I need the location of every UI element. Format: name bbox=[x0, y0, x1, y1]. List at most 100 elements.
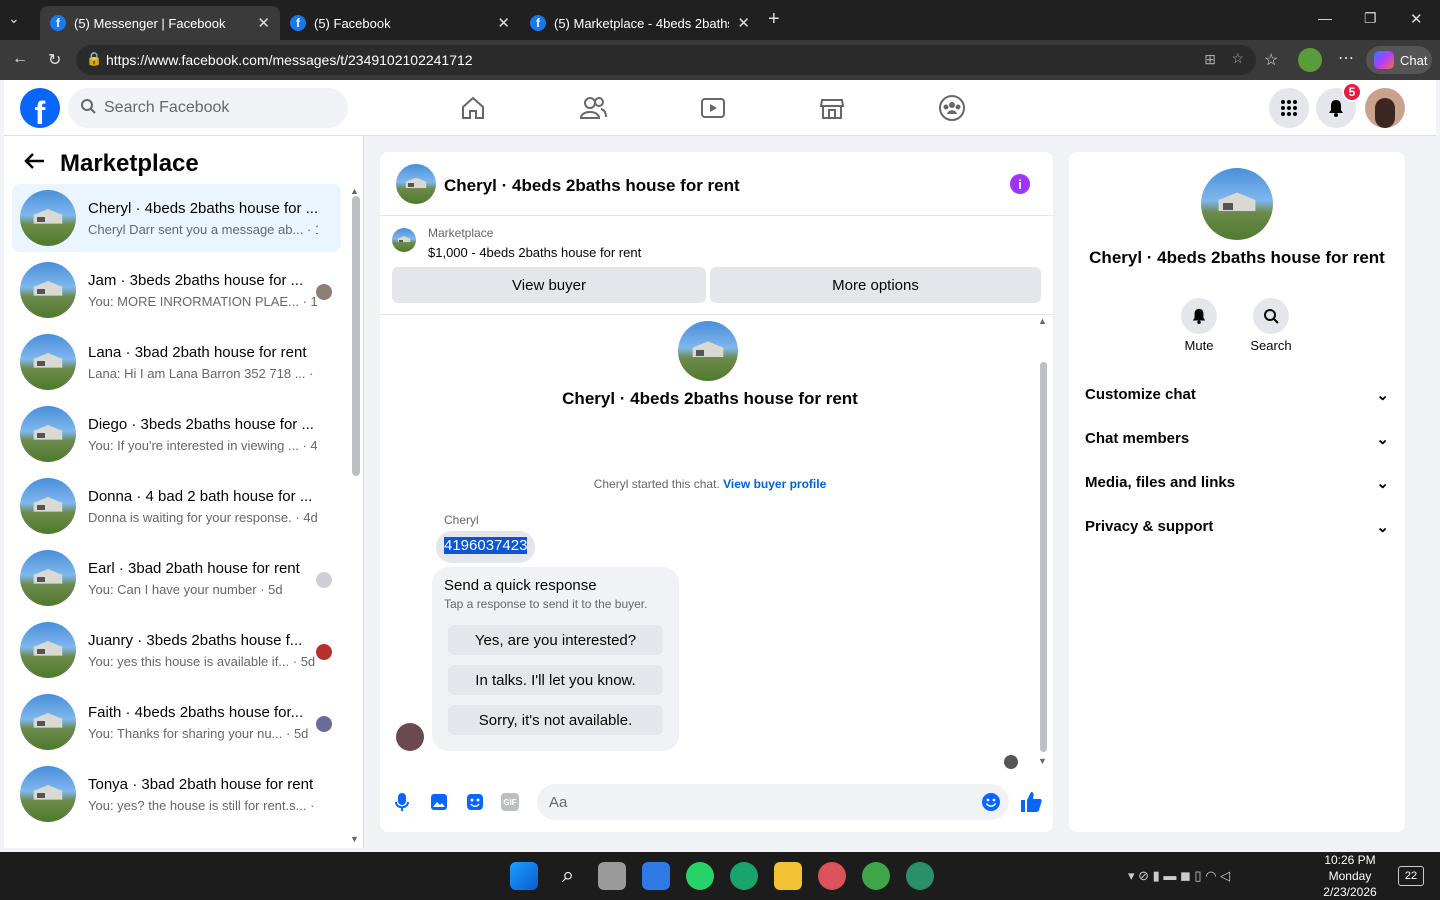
listing-avatar bbox=[20, 190, 76, 246]
app-icon[interactable] bbox=[818, 862, 846, 890]
video-icon bbox=[701, 98, 725, 118]
favorites-icon[interactable]: ☆ bbox=[1264, 50, 1278, 70]
listing-avatar bbox=[20, 622, 76, 678]
close-icon[interactable]: ✕ bbox=[497, 14, 510, 32]
microphone-icon[interactable] bbox=[394, 792, 410, 817]
home-nav[interactable] bbox=[449, 88, 497, 128]
listing-avatar bbox=[20, 694, 76, 750]
tab-facebook[interactable]: f (5) Facebook ✕ bbox=[280, 6, 520, 40]
emoji-icon[interactable] bbox=[981, 792, 1001, 816]
scroll-down-icon[interactable]: ▼ bbox=[350, 834, 359, 844]
whatsapp-icon[interactable] bbox=[686, 862, 714, 890]
view-buyer-button[interactable]: View buyer bbox=[392, 267, 706, 303]
groups-nav[interactable] bbox=[928, 88, 976, 128]
notification-center-icon[interactable]: 22 bbox=[1398, 866, 1424, 886]
back-icon[interactable]: ← bbox=[12, 50, 28, 68]
message-input[interactable]: Aa bbox=[537, 784, 1009, 820]
copilot-chat-button[interactable]: Chat bbox=[1366, 46, 1432, 74]
tab-list-icon[interactable]: ⌄ bbox=[8, 10, 20, 27]
seen-avatar bbox=[316, 644, 332, 660]
quick-reply-button[interactable]: Sorry, it's not available. bbox=[448, 705, 663, 735]
quick-reply-button[interactable]: In talks. I'll let you know. bbox=[448, 665, 663, 695]
view-buyer-profile-link[interactable]: View buyer profile bbox=[723, 477, 826, 491]
listing-avatar bbox=[20, 766, 76, 822]
details-avatar[interactable] bbox=[1201, 168, 1273, 240]
listing-source: Marketplace bbox=[428, 226, 494, 240]
more-icon[interactable]: ⋯ bbox=[1338, 48, 1354, 68]
info-icon[interactable]: i bbox=[1010, 174, 1030, 194]
new-tab-icon[interactable]: + bbox=[768, 8, 780, 31]
conversation-item[interactable]: Earl · 3bad 2bath house for rent You: Ca… bbox=[12, 544, 341, 612]
url-field[interactable]: 🔒 https://www.facebook.com/messages/t/23… bbox=[76, 45, 1256, 75]
quick-reply-button[interactable]: Yes, are you interested? bbox=[448, 625, 663, 655]
listing-line[interactable]: $1,000 - 4beds 2baths house for rent bbox=[428, 245, 641, 260]
conversation-name: Earl · 3bad 2bath house for rent bbox=[88, 560, 300, 577]
mute-button[interactable] bbox=[1181, 298, 1217, 334]
customize-chat-row[interactable]: Customize chat ⌄ bbox=[1085, 386, 1389, 404]
conversation-item[interactable]: Juanry · 3beds 2baths house f... You: ye… bbox=[12, 616, 341, 684]
media-files-row[interactable]: Media, files and links ⌄ bbox=[1085, 474, 1389, 492]
minimize-icon[interactable]: — bbox=[1318, 10, 1332, 26]
profile-avatar[interactable] bbox=[1298, 48, 1322, 72]
site-info-icon[interactable]: 🔒 bbox=[86, 51, 102, 67]
listing-thumbnail[interactable] bbox=[392, 228, 416, 252]
chat-title[interactable]: Cheryl · 4beds 2baths house for rent bbox=[444, 176, 740, 196]
video-nav[interactable] bbox=[689, 88, 737, 128]
tab-messenger[interactable]: f (5) Messenger | Facebook ✕ bbox=[40, 6, 280, 40]
chat-members-row[interactable]: Chat members ⌄ bbox=[1085, 430, 1389, 448]
scroll-up-icon[interactable]: ▲ bbox=[350, 186, 359, 196]
gif-icon[interactable]: GIF bbox=[501, 793, 519, 811]
friends-nav[interactable] bbox=[569, 88, 617, 128]
back-arrow-icon[interactable] bbox=[24, 152, 46, 175]
task-view-icon[interactable] bbox=[598, 862, 626, 890]
conversation-item[interactable]: Diego · 3beds 2baths house for ... You: … bbox=[12, 400, 341, 468]
sidebar-scrollbar[interactable] bbox=[352, 196, 360, 476]
conversation-item[interactable]: Donna · 4 bad 2 bath house for ... Donna… bbox=[12, 472, 341, 540]
message-bubble[interactable]: 4196037423 bbox=[436, 531, 536, 563]
sticker-icon[interactable] bbox=[466, 792, 484, 817]
app-icon[interactable]: ⊞ bbox=[1204, 51, 1216, 68]
tab-title: (5) Messenger | Facebook bbox=[74, 15, 226, 31]
search-button[interactable] bbox=[1253, 298, 1289, 334]
listing-avatar bbox=[20, 262, 76, 318]
privacy-support-row[interactable]: Privacy & support ⌄ bbox=[1085, 518, 1389, 536]
conversation-item[interactable]: Lana · 3bad 2bath house for rent Lana: H… bbox=[12, 328, 341, 396]
restore-icon[interactable]: ❐ bbox=[1364, 10, 1377, 27]
marketplace-nav[interactable] bbox=[808, 88, 856, 128]
search-placeholder: Search Facebook bbox=[104, 99, 230, 116]
image-icon[interactable] bbox=[430, 792, 448, 817]
search-icon[interactable]: ⌕ bbox=[554, 862, 582, 890]
file-explorer-icon[interactable] bbox=[774, 862, 802, 890]
scroll-up-icon[interactable]: ▲ bbox=[1038, 316, 1047, 326]
chat-scrollbar[interactable] bbox=[1040, 362, 1047, 752]
more-options-button[interactable]: More options bbox=[710, 267, 1041, 303]
conversation-item[interactable]: Jam · 3beds 2baths house for ... You: MO… bbox=[12, 256, 341, 324]
tab-marketplace[interactable]: f (5) Marketplace - 4beds 2baths ho ✕ bbox=[520, 6, 760, 40]
conversation-item[interactable]: Tonya · 3bad 2bath house for rent You: y… bbox=[12, 760, 341, 828]
sender-avatar[interactable] bbox=[396, 723, 424, 751]
scroll-down-icon[interactable]: ▼ bbox=[1038, 756, 1047, 766]
chrome-icon[interactable] bbox=[862, 862, 890, 890]
message-text: 4196037423 bbox=[444, 537, 528, 554]
conversation-item[interactable]: Faith · 4beds 2baths house for... You: T… bbox=[12, 688, 341, 756]
menu-button[interactable] bbox=[1269, 88, 1309, 128]
account-avatar[interactable] bbox=[1365, 88, 1405, 128]
store-icon[interactable] bbox=[642, 862, 670, 890]
thumbs-up-icon[interactable] bbox=[1019, 790, 1043, 819]
edge-active-icon[interactable] bbox=[906, 862, 934, 890]
start-icon[interactable] bbox=[510, 862, 538, 890]
section-label: Privacy & support bbox=[1085, 518, 1214, 535]
chat-avatar[interactable] bbox=[396, 164, 436, 204]
clock[interactable]: 10:26 PM Monday 2/23/2026 bbox=[1310, 852, 1390, 900]
window-close-icon[interactable]: ✕ bbox=[1410, 10, 1423, 28]
close-icon[interactable]: ✕ bbox=[737, 14, 750, 32]
system-tray-icons[interactable]: ▾ ⊘ ▮ ▬ ◼ ▯ ◠ ◁ bbox=[1128, 868, 1230, 884]
facebook-logo[interactable]: f bbox=[20, 88, 60, 128]
edge-icon[interactable] bbox=[730, 862, 758, 890]
search-input[interactable]: Search Facebook bbox=[68, 88, 348, 128]
close-icon[interactable]: ✕ bbox=[257, 14, 270, 32]
refresh-icon[interactable]: ↻ bbox=[48, 50, 61, 70]
favorite-star-icon[interactable]: ☆ bbox=[1231, 50, 1244, 67]
conversation-item[interactable]: Cheryl · 4beds 2baths house for ... Cher… bbox=[12, 184, 341, 252]
url-text: https://www.facebook.com/messages/t/2349… bbox=[106, 52, 473, 68]
